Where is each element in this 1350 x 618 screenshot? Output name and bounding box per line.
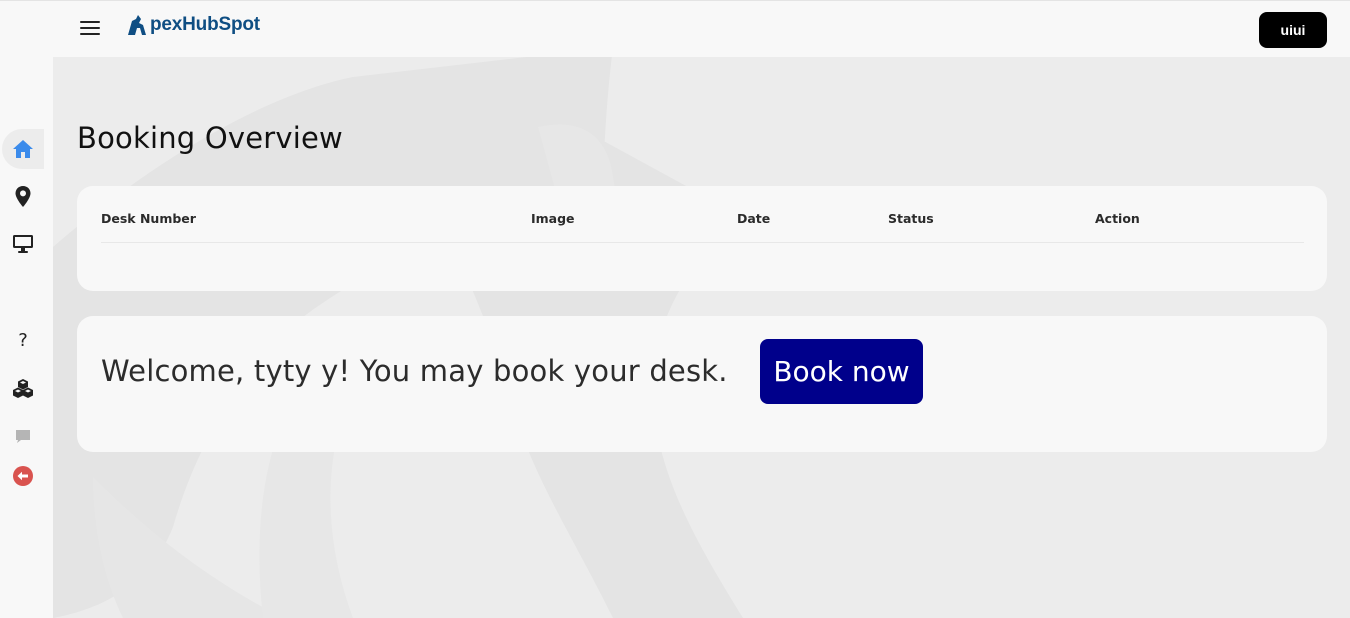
column-header-image: Image (531, 211, 575, 226)
logo-icon (128, 15, 146, 35)
welcome-message: Welcome, tyty y! You may book your desk. (101, 354, 728, 388)
column-header-status: Status (888, 211, 934, 226)
bookings-table: Desk Number Image Date Status Action (77, 186, 1327, 291)
sidebar-item-locations[interactable] (0, 176, 46, 216)
monitor-icon (13, 235, 33, 253)
sidebar-item-messages[interactable] (0, 416, 46, 456)
main-content: Booking Overview Desk Number Image Date … (53, 57, 1350, 618)
page-title: Booking Overview (77, 121, 343, 155)
home-icon (13, 140, 33, 158)
cubes-icon (13, 379, 33, 398)
top-bar: pexHubSpot uiui (0, 0, 1350, 57)
column-header-date: Date (737, 211, 771, 226)
sidebar-item-desks[interactable] (0, 224, 46, 264)
menu-icon[interactable] (80, 21, 100, 37)
table-header-divider (101, 242, 1304, 243)
sidebar-item-help[interactable]: ? (0, 320, 46, 360)
column-header-desk-number: Desk Number (101, 211, 196, 226)
chat-icon (16, 429, 30, 443)
sidebar: ? (0, 57, 53, 618)
welcome-card: Welcome, tyty y! You may book your desk.… (77, 316, 1327, 452)
help-icon: ? (18, 329, 28, 351)
logo-text: pexHubSpot (150, 14, 260, 35)
column-header-action: Action (1095, 211, 1140, 226)
location-pin-icon (15, 185, 31, 207)
user-menu-button[interactable]: uiui (1259, 12, 1327, 48)
logout-icon (13, 466, 33, 486)
sidebar-item-logout[interactable] (0, 456, 46, 496)
sidebar-item-home[interactable] (2, 129, 44, 169)
sidebar-item-resources[interactable] (0, 368, 46, 408)
book-now-button[interactable]: Book now (760, 339, 923, 404)
logo[interactable]: pexHubSpot (126, 13, 260, 37)
